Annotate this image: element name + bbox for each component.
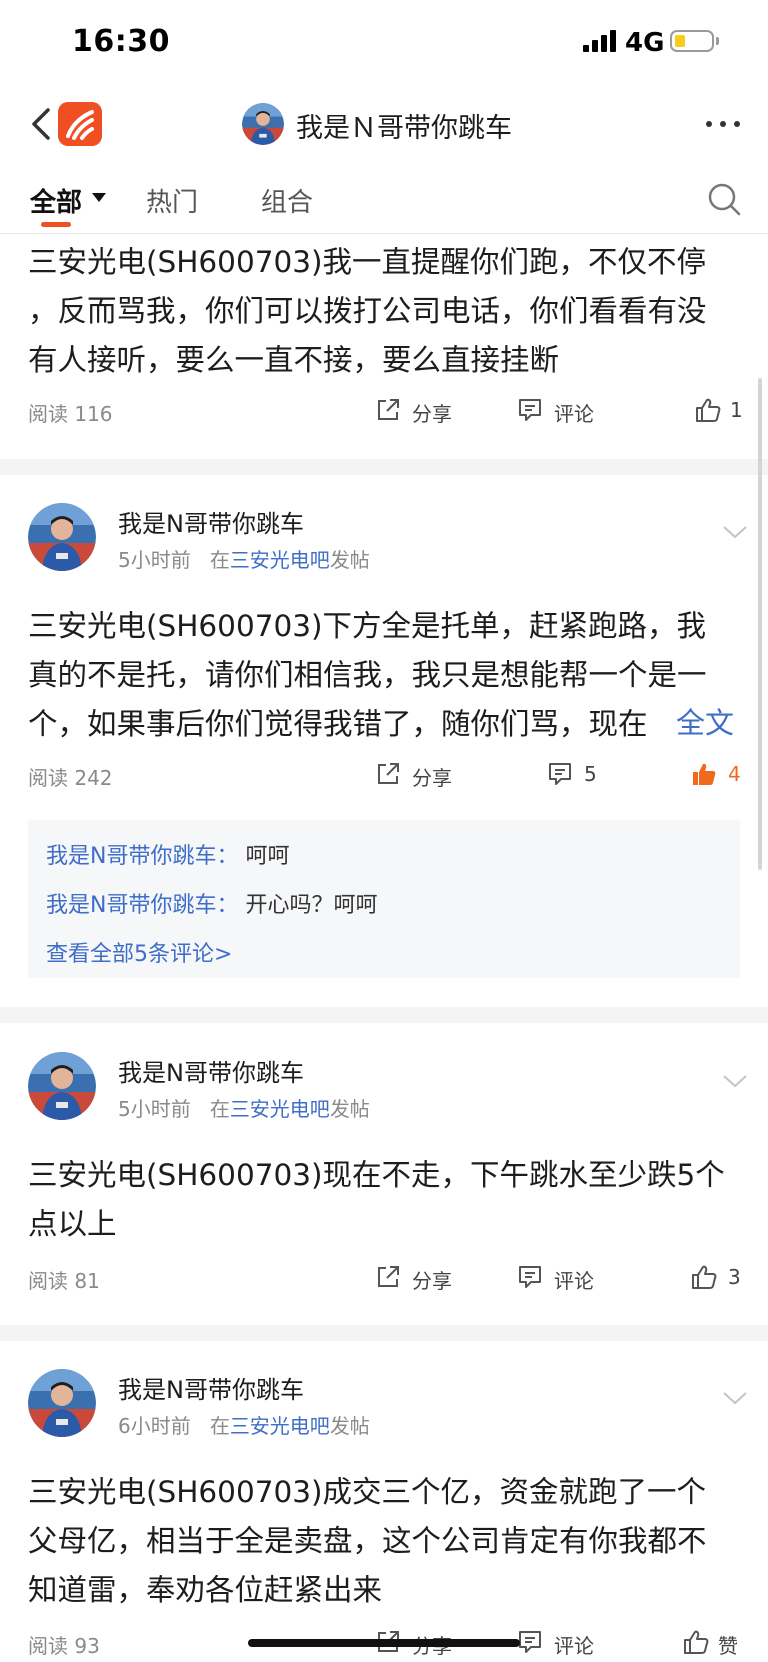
like-icon[interactable] — [694, 396, 722, 424]
post-time: 5小时前 — [118, 1097, 191, 1121]
meta-post: 发帖 — [329, 1097, 370, 1121]
author-name[interactable]: 我是N哥带你跳车 — [118, 1053, 304, 1088]
share-label[interactable]: 分享 — [412, 398, 452, 427]
share-icon[interactable] — [374, 760, 402, 788]
like-icon[interactable] — [682, 1628, 710, 1656]
comment-label[interactable]: 评论 — [554, 1265, 594, 1294]
battery-tip — [716, 37, 719, 45]
view-all-comments-link[interactable]: 查看全部5条评论> — [46, 936, 232, 968]
meta-post: 发帖 — [329, 1414, 370, 1438]
post-line: 三安光电(SH600703)下方全是托单，赶紧跑路，我 — [28, 609, 707, 643]
read-count: 阅读 93 — [28, 1634, 100, 1658]
read-count: 阅读 81 — [28, 1269, 100, 1293]
like-count[interactable]: 1 — [730, 398, 743, 422]
comment-count[interactable]: 5 — [584, 762, 597, 786]
like-icon[interactable] — [690, 1263, 718, 1291]
battery-icon — [670, 30, 714, 52]
chevron-down-icon[interactable] — [722, 524, 748, 540]
post-line: 真的不是托，请你们相信我，我只是想能帮一个是一 — [28, 658, 707, 692]
bar-link[interactable]: 三安光电吧 — [230, 548, 330, 572]
comment-icon[interactable] — [546, 760, 574, 788]
avatar[interactable] — [28, 503, 96, 571]
post-meta: 5小时前 在三安光电吧发帖 — [118, 544, 370, 573]
avatar[interactable] — [28, 1369, 96, 1437]
post-body[interactable]: 三安光电(SH600703)下方全是托单，赶紧跑路，我 真的不是托，请你们相信我… — [28, 602, 740, 749]
reply-author[interactable]: 我是N哥带你跳车： — [46, 844, 238, 869]
post-line: 有人接听，要么一直不接，要么直接挂断 — [28, 343, 560, 377]
home-indicator[interactable] — [248, 1639, 520, 1647]
nav-title: 我是Ｎ哥带你跳车 — [296, 113, 512, 144]
read-count: 阅读 116 — [28, 402, 113, 426]
post-body[interactable]: 三安光电(SH600703)我一直提醒你们跑，不仅不停 ，反而骂我，你们可以拨打… — [28, 238, 740, 385]
like-label[interactable]: 赞 — [718, 1630, 738, 1659]
search-icon[interactable] — [706, 181, 742, 217]
reply-item[interactable]: 我是N哥带你跳车： 开心吗？呵呵 — [46, 887, 377, 919]
status-time: 16:30 — [72, 24, 170, 59]
tab-hot[interactable]: 热门 — [146, 182, 198, 219]
reply-text: 呵呵 — [245, 844, 290, 869]
post-time: 6小时前 — [118, 1414, 191, 1438]
bar-link[interactable]: 三安光电吧 — [230, 1414, 330, 1438]
chevron-down-icon[interactable] — [722, 1073, 748, 1089]
post-line: 点以上 — [28, 1207, 117, 1241]
read-count: 阅读 242 — [28, 766, 113, 790]
reply-item[interactable]: 我是N哥带你跳车： 呵呵 — [46, 838, 289, 870]
caret-down-icon[interactable] — [92, 193, 106, 202]
share-label[interactable]: 分享 — [412, 762, 452, 791]
like-count[interactable]: 4 — [728, 762, 741, 786]
post-separator — [0, 459, 768, 475]
like-count[interactable]: 3 — [728, 1265, 741, 1289]
post-line: 知道雷，奉劝各位赶紧出来 — [28, 1573, 383, 1607]
share-icon[interactable] — [374, 396, 402, 424]
tabs-divider — [0, 233, 768, 234]
post-line: 三安光电(SH600703)成交三个亿，资金就跑了一个 — [28, 1475, 707, 1509]
post-line: 三安光电(SH600703)我一直提醒你们跑，不仅不停 — [28, 245, 707, 279]
reply-author[interactable]: 我是N哥带你跳车： — [46, 893, 238, 918]
full-text-link[interactable]: 全文 — [676, 700, 735, 742]
comment-icon[interactable] — [516, 396, 544, 424]
post-meta: 6小时前 在三安光电吧发帖 — [118, 1410, 370, 1439]
tab-combo[interactable]: 组合 — [261, 182, 313, 219]
more-icon[interactable] — [706, 119, 742, 129]
avatar[interactable] — [28, 1052, 96, 1120]
reply-text: 开心吗？呵呵 — [245, 893, 378, 918]
author-name[interactable]: 我是N哥带你跳车 — [118, 504, 304, 539]
post-separator — [0, 1325, 768, 1341]
meta-post: 发帖 — [329, 548, 370, 572]
share-label[interactable]: 分享 — [412, 1265, 452, 1294]
tab-indicator — [41, 222, 71, 227]
comment-label[interactable]: 评论 — [554, 1630, 594, 1659]
comment-icon[interactable] — [516, 1628, 544, 1656]
tab-all[interactable]: 全部 — [30, 182, 82, 219]
post-separator — [0, 1007, 768, 1023]
app-logo-icon[interactable] — [58, 102, 102, 146]
post-line: ，反而骂我，你们可以拨打公司电话，你们看看有没 — [28, 294, 707, 328]
post-body[interactable]: 三安光电(SH600703)成交三个亿，资金就跑了一个 父母亿，相当于全是卖盘，… — [28, 1468, 740, 1615]
post-meta: 5小时前 在三安光电吧发帖 — [118, 1093, 370, 1122]
scrollbar[interactable] — [758, 378, 762, 870]
post-line: 个，如果事后你们觉得我错了，随你们骂，现在 — [28, 707, 648, 741]
comment-icon[interactable] — [516, 1263, 544, 1291]
author-name[interactable]: 我是N哥带你跳车 — [118, 1370, 304, 1405]
like-filled-icon[interactable] — [690, 760, 718, 788]
meta-in: 在 — [209, 1414, 230, 1438]
comment-label[interactable]: 评论 — [554, 398, 594, 427]
network-type: 4G — [625, 28, 665, 58]
post-body[interactable]: 三安光电(SH600703)现在不走，下午跳水至少跌5个 点以上 — [28, 1151, 740, 1249]
signal-icon — [583, 30, 619, 52]
chevron-down-icon[interactable] — [722, 1390, 748, 1406]
meta-in: 在 — [209, 548, 230, 572]
meta-in: 在 — [209, 1097, 230, 1121]
share-icon[interactable] — [374, 1263, 402, 1291]
post-time: 5小时前 — [118, 548, 191, 572]
post-line: 父母亿，相当于全是卖盘，这个公司肯定有你我都不 — [28, 1524, 707, 1558]
nav-avatar[interactable] — [242, 103, 284, 145]
post-line: 三安光电(SH600703)现在不走，下午跳水至少跌5个 — [28, 1158, 725, 1192]
bar-link[interactable]: 三安光电吧 — [230, 1097, 330, 1121]
